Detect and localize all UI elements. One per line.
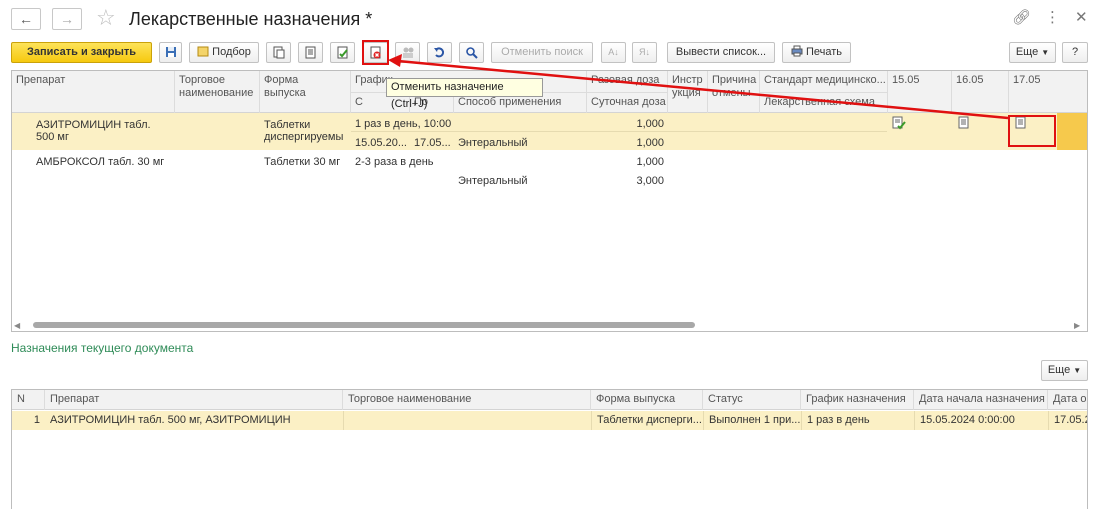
annotation-arrow bbox=[388, 54, 1009, 120]
